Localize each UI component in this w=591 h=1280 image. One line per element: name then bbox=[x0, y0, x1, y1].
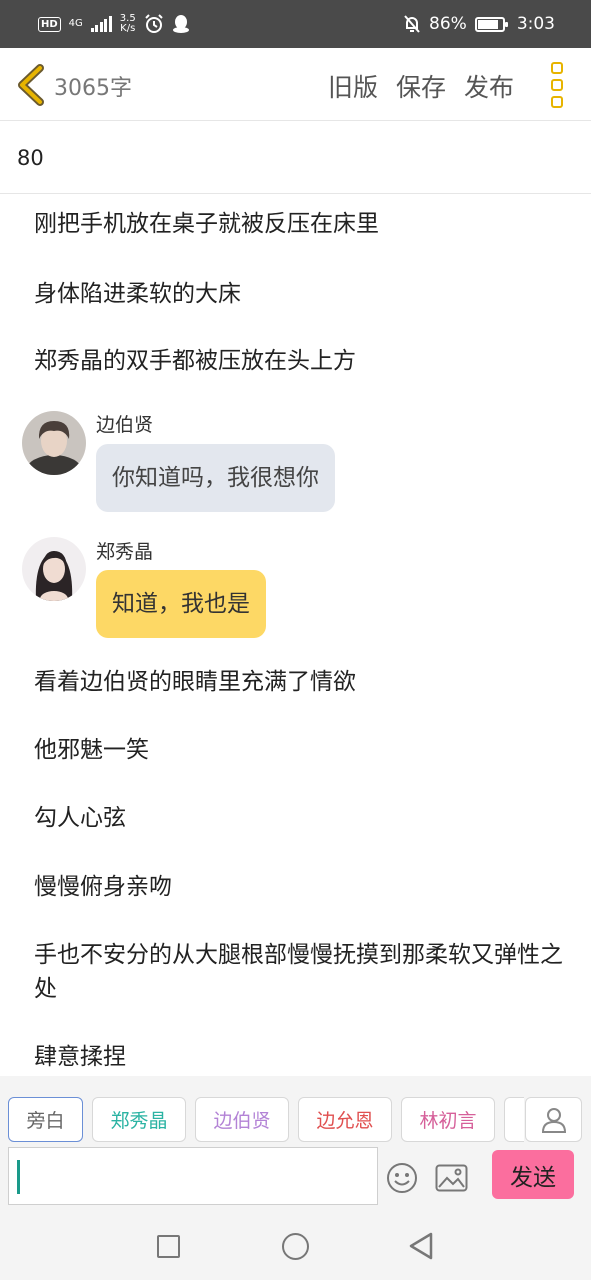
old-version-button[interactable]: 旧版 bbox=[328, 68, 378, 104]
role-chip[interactable]: 郑秀晶 bbox=[92, 1097, 186, 1142]
home-icon[interactable] bbox=[282, 1233, 309, 1260]
role-label: 旁白 bbox=[26, 1110, 65, 1132]
battery-percent: 86% bbox=[429, 14, 467, 34]
narration-line[interactable]: 肆意揉捏 bbox=[34, 1040, 574, 1074]
back-icon[interactable] bbox=[14, 64, 48, 106]
narration-line[interactable]: 看着边伯贤的眼睛里充满了情欲 bbox=[34, 665, 574, 699]
alarm-icon bbox=[144, 14, 163, 33]
editor-header: 3065字 旧版 保存 发布 bbox=[0, 48, 591, 121]
status-right: 86% 3:03 bbox=[403, 0, 555, 48]
hd-badge: HD bbox=[38, 16, 61, 32]
word-count: 3065字 bbox=[54, 76, 132, 101]
role-chip-narration[interactable]: 旁白 bbox=[8, 1097, 83, 1142]
save-button[interactable]: 保存 bbox=[396, 68, 446, 104]
chapter-title[interactable]: 80 bbox=[17, 146, 44, 170]
speaker-name: 边伯贤 bbox=[96, 414, 154, 436]
battery-icon bbox=[474, 16, 508, 32]
chat-bubble[interactable]: 知道，我也是 bbox=[96, 570, 266, 638]
role-chip[interactable]: 林初言 bbox=[401, 1097, 495, 1142]
speaker-name: 郑秀晶 bbox=[96, 541, 154, 563]
emoji-icon[interactable] bbox=[386, 1162, 418, 1194]
more-menu-icon[interactable] bbox=[551, 62, 565, 108]
network-speed: 3.5 K/s bbox=[120, 14, 136, 34]
narration-line[interactable]: 身体陷进柔软的大床 bbox=[34, 277, 574, 311]
mute-bell-icon bbox=[404, 15, 420, 33]
narration-line[interactable]: 慢慢俯身亲吻 bbox=[34, 870, 574, 904]
role-label: 边允恩 bbox=[316, 1110, 374, 1132]
narration-line[interactable]: 刚把手机放在桌子就被反压在床里 bbox=[34, 207, 574, 241]
chapter-title-row[interactable]: 80 bbox=[0, 122, 591, 194]
text-caret bbox=[17, 1160, 20, 1194]
narration-line[interactable]: 他邪魅一笑 bbox=[34, 733, 574, 767]
publish-button[interactable]: 发布 bbox=[464, 68, 514, 104]
narration-line[interactable]: 郑秀晶的双手都被压放在头上方 bbox=[34, 344, 574, 378]
signal-icon bbox=[90, 16, 112, 32]
role-chip[interactable]: 边允恩 bbox=[298, 1097, 392, 1142]
role-chip[interactable]: 边伯贤 bbox=[195, 1097, 289, 1142]
status-bar: HD 4G 3.5 K/s 86% 3:03 bbox=[0, 0, 591, 48]
role-chips: 旁白 郑秀晶 边伯贤 边允恩 林初言 bbox=[8, 1097, 524, 1142]
avatar[interactable] bbox=[22, 411, 86, 475]
recent-apps-icon[interactable] bbox=[157, 1235, 180, 1258]
nav-back-icon[interactable] bbox=[407, 1231, 435, 1261]
battery-fill bbox=[477, 19, 499, 29]
narration-line[interactable]: 手也不安分的从大腿根部慢慢抚摸到那柔软又弹性之处 bbox=[34, 938, 574, 1006]
navigation-bar bbox=[0, 1211, 591, 1280]
person-icon bbox=[541, 1107, 566, 1133]
image-icon[interactable] bbox=[435, 1164, 468, 1192]
clock: 3:03 bbox=[516, 14, 555, 34]
network-type: 4G bbox=[68, 18, 83, 29]
compose-toolbar: 旁白 郑秀晶 边伯贤 边允恩 林初言 发送 bbox=[0, 1076, 591, 1211]
message-input[interactable] bbox=[8, 1147, 378, 1205]
chat-bubble[interactable]: 你知道吗，我很想你 bbox=[96, 444, 335, 512]
role-label: 林初言 bbox=[419, 1110, 477, 1132]
narration-line[interactable]: 勾人心弦 bbox=[34, 801, 574, 835]
speed-unit: K/s bbox=[120, 23, 136, 34]
add-role-button[interactable] bbox=[525, 1097, 582, 1142]
role-chip-partial[interactable] bbox=[504, 1097, 524, 1142]
send-button[interactable]: 发送 bbox=[492, 1150, 574, 1199]
qq-icon bbox=[172, 15, 189, 33]
role-label: 边伯贤 bbox=[213, 1110, 271, 1132]
role-label: 郑秀晶 bbox=[110, 1110, 168, 1132]
avatar[interactable] bbox=[22, 537, 86, 601]
status-left: HD 4G 3.5 K/s bbox=[38, 0, 190, 48]
